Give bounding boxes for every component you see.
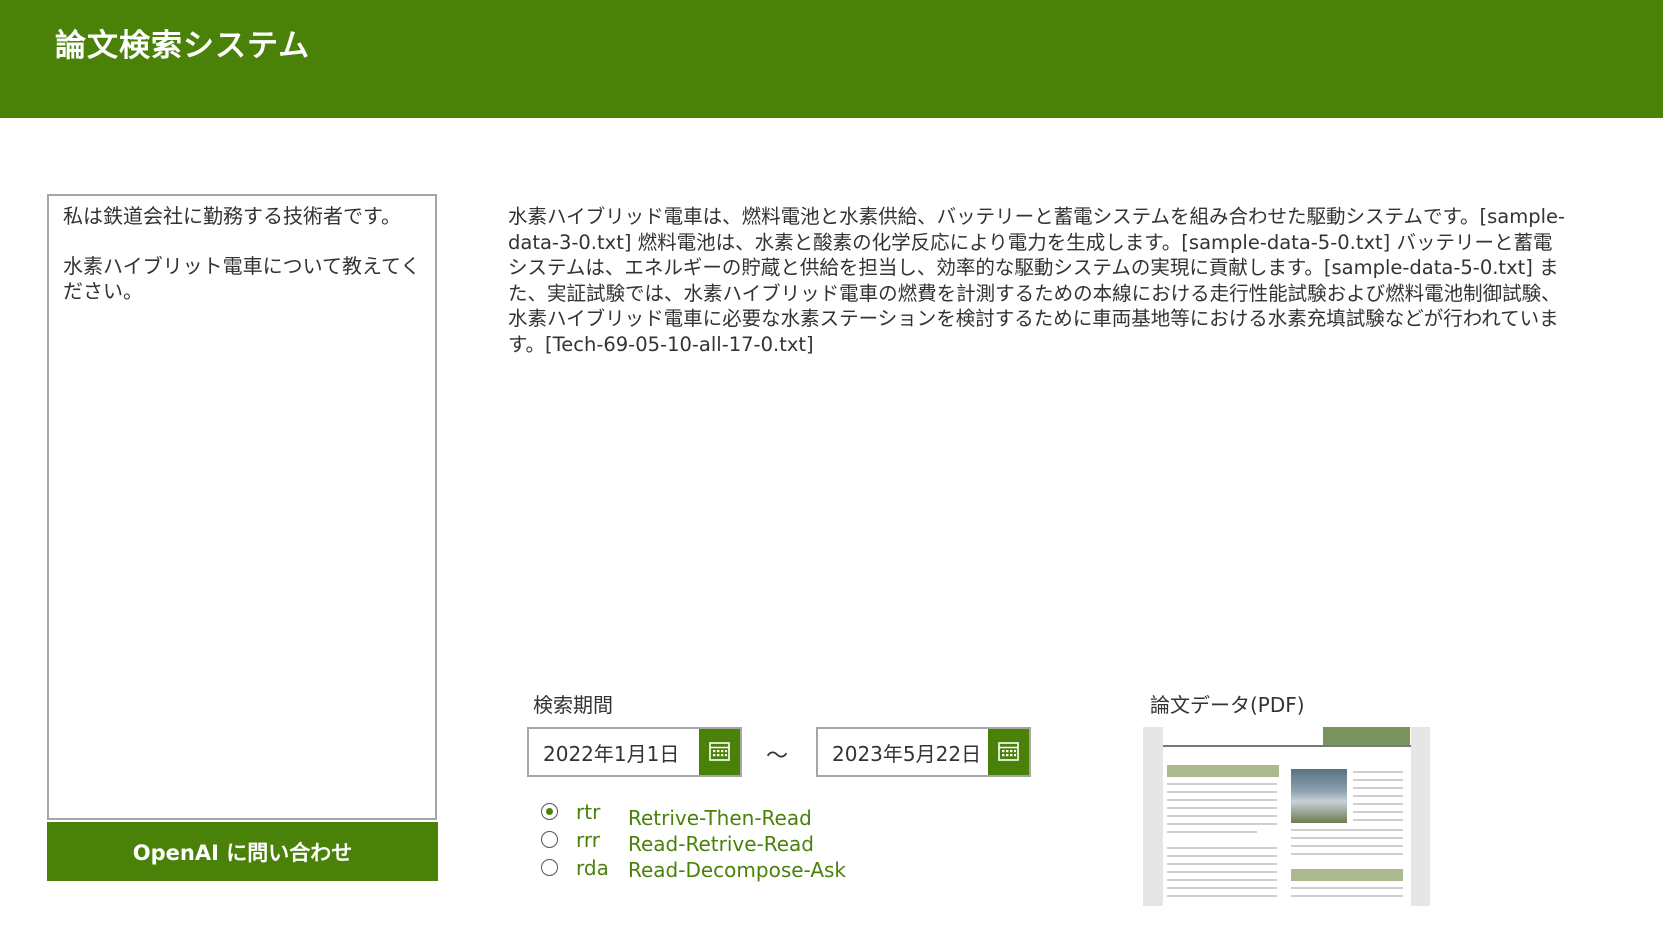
mode-code-label: rrr xyxy=(576,828,600,852)
mode-description-rtr: Retrive-Then-Read xyxy=(628,806,812,830)
pdf-text-line xyxy=(1167,855,1277,857)
pdf-text-line xyxy=(1291,837,1403,839)
start-date-calendar-button[interactable] xyxy=(699,729,740,775)
pdf-text-line xyxy=(1353,787,1403,789)
pdf-text-line xyxy=(1167,791,1277,793)
pdf-text-line xyxy=(1353,811,1403,813)
pdf-text-line xyxy=(1353,771,1403,773)
radio-rrr[interactable] xyxy=(541,831,558,848)
pdf-text-line xyxy=(1291,829,1403,831)
pdf-text-line xyxy=(1291,887,1403,889)
app-title: 論文検索システム xyxy=(55,28,311,64)
pdf-rule xyxy=(1163,745,1411,747)
pdf-column-heading xyxy=(1291,869,1403,881)
pdf-text-line xyxy=(1167,783,1277,785)
pdf-text-line xyxy=(1167,895,1277,897)
pdf-text-line xyxy=(1167,863,1277,865)
radio-rda[interactable] xyxy=(541,859,558,876)
pdf-text-line xyxy=(1167,807,1277,809)
pdf-text-line xyxy=(1353,803,1403,805)
pdf-text-line xyxy=(1291,895,1403,897)
pdf-text-line xyxy=(1167,847,1277,849)
pdf-text-line xyxy=(1167,879,1277,881)
mode-description-rrr: Read-Retrive-Read xyxy=(628,832,815,856)
end-date-calendar-button[interactable] xyxy=(988,729,1029,775)
pdf-section-label: 論文データ(PDF) xyxy=(1150,693,1305,717)
pdf-text-line xyxy=(1167,871,1277,873)
mode-code-label: rtr xyxy=(576,800,601,824)
pdf-text-line xyxy=(1167,887,1277,889)
pdf-text-line xyxy=(1353,819,1403,821)
search-period-label: 検索期間 xyxy=(533,693,613,717)
pdf-text-line xyxy=(1353,795,1403,797)
pdf-column-heading xyxy=(1167,765,1279,777)
pdf-text-line xyxy=(1167,815,1277,817)
end-date-picker xyxy=(816,727,1031,777)
mode-description-rda: Read-Decompose-Ask xyxy=(628,858,847,882)
ask-openai-button[interactable]: OpenAI に問い合わせ xyxy=(47,822,438,881)
calendar-icon xyxy=(709,742,730,761)
pdf-header-block xyxy=(1323,727,1410,745)
calendar-icon xyxy=(998,742,1019,761)
start-date-picker xyxy=(527,727,742,777)
answer-panel: 水素ハイブリッド電車は、燃料電池と水素供給、バッテリーと蓄電システムを組み合わせ… xyxy=(508,204,1568,357)
pdf-train-photo xyxy=(1291,769,1347,823)
prompt-textarea[interactable]: 私は鉄道会社に勤務する技術者です。 水素ハイブリット電車について教えてください。 xyxy=(47,194,437,820)
mode-code-label: rda xyxy=(576,856,609,880)
pdf-text-line xyxy=(1167,823,1277,825)
pdf-preview-thumbnail[interactable] xyxy=(1143,727,1430,906)
radio-rtr[interactable] xyxy=(541,803,558,820)
date-range-separator: ～ xyxy=(766,744,789,769)
pdf-text-line xyxy=(1167,799,1277,801)
end-date-input[interactable] xyxy=(832,740,992,764)
start-date-input[interactable] xyxy=(543,740,703,764)
pdf-text-line xyxy=(1167,831,1257,833)
pdf-text-line xyxy=(1353,779,1403,781)
answer-text: 水素ハイブリッド電車は、燃料電池と水素供給、バッテリーと蓄電システムを組み合わせ… xyxy=(508,205,1566,356)
pdf-text-line xyxy=(1291,845,1403,847)
pdf-text-line xyxy=(1291,853,1403,855)
app-header: 論文検索システム xyxy=(0,0,1663,118)
